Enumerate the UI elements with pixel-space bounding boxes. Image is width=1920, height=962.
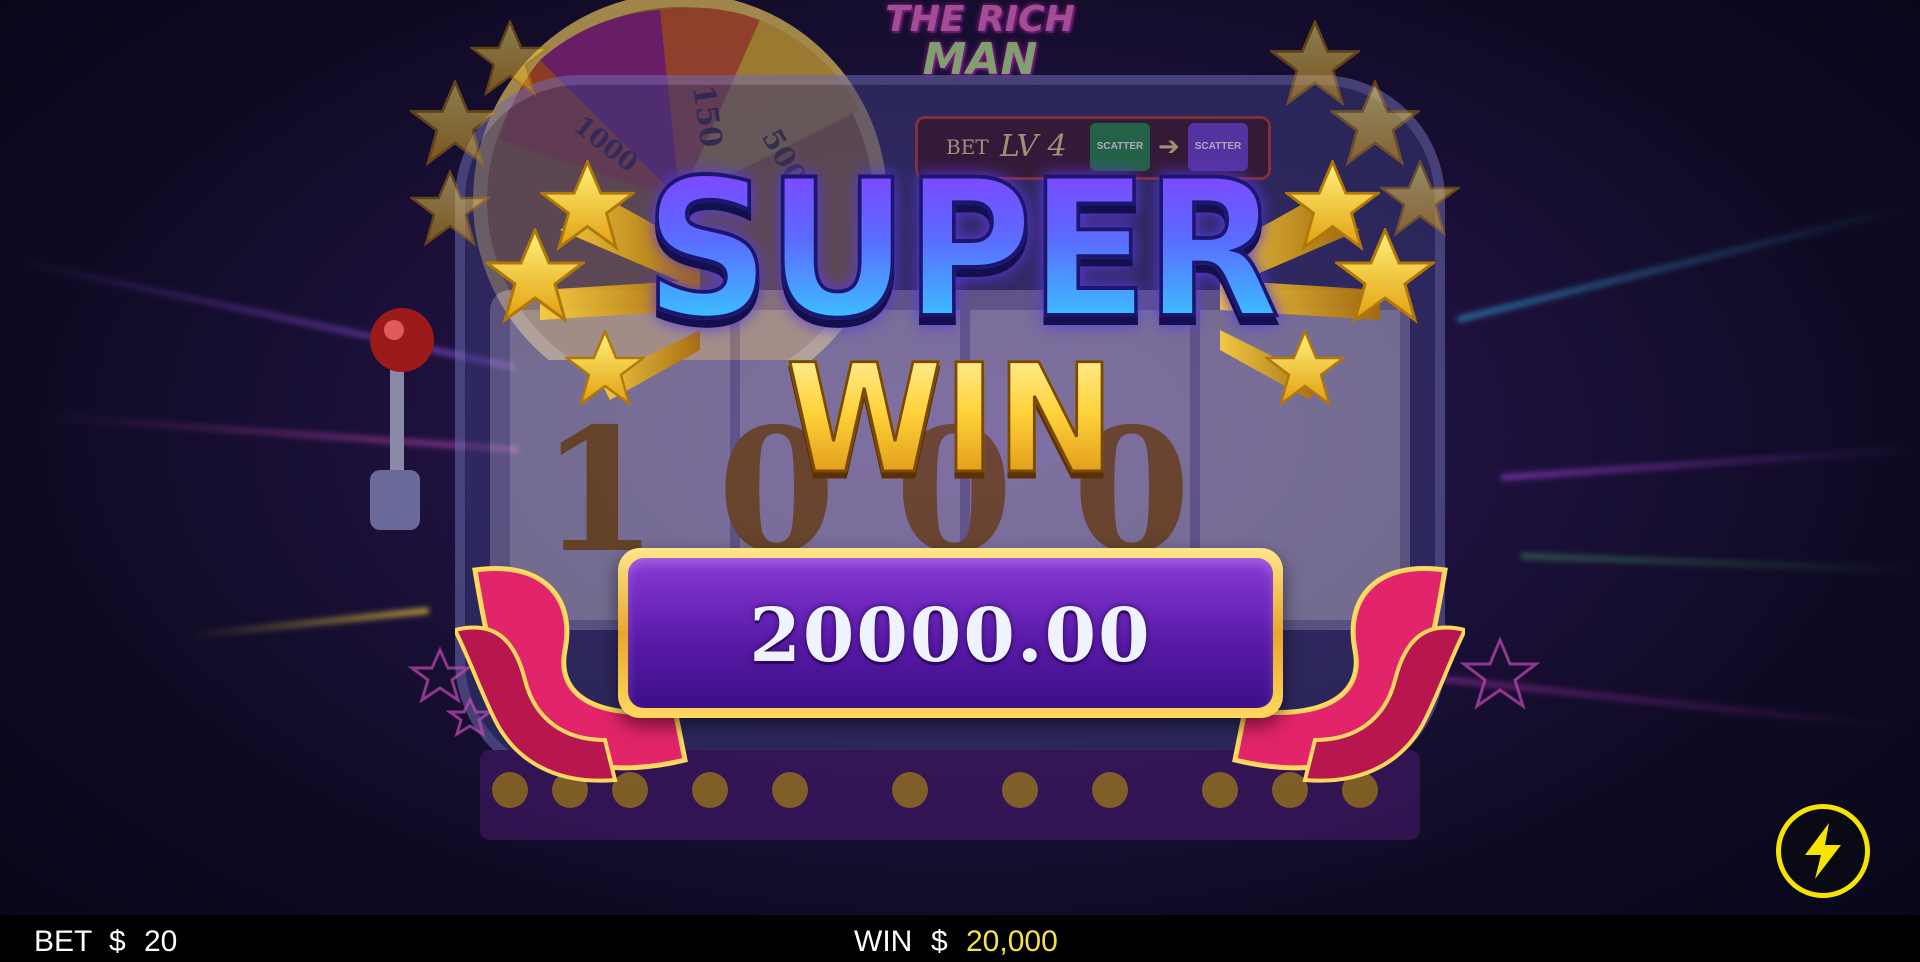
game-stage[interactable]: 1000 150 500 1 0 0 0 THE RICH MAN <box>0 0 1920 962</box>
turbo-button[interactable] <box>1776 804 1870 898</box>
win-text: WIN <box>784 333 1116 507</box>
win-amount-value: 20000.00 <box>749 593 1152 679</box>
bet-currency: $ <box>109 925 126 958</box>
bet-value: 20 <box>144 925 178 958</box>
super-text: SUPER <box>642 139 1281 360</box>
win-value: 20,000 <box>966 925 1058 958</box>
bet-label: BET <box>34 925 93 958</box>
win-amount-plate: 20000.00 <box>618 548 1283 718</box>
win-amount-panel: 20000.00 <box>628 558 1273 708</box>
win-currency: $ <box>931 925 948 958</box>
win-label: WIN <box>854 925 913 958</box>
lightning-bolt-icon <box>1805 823 1841 879</box>
win-title: WIN <box>720 333 1180 507</box>
status-bar <box>0 915 1920 962</box>
